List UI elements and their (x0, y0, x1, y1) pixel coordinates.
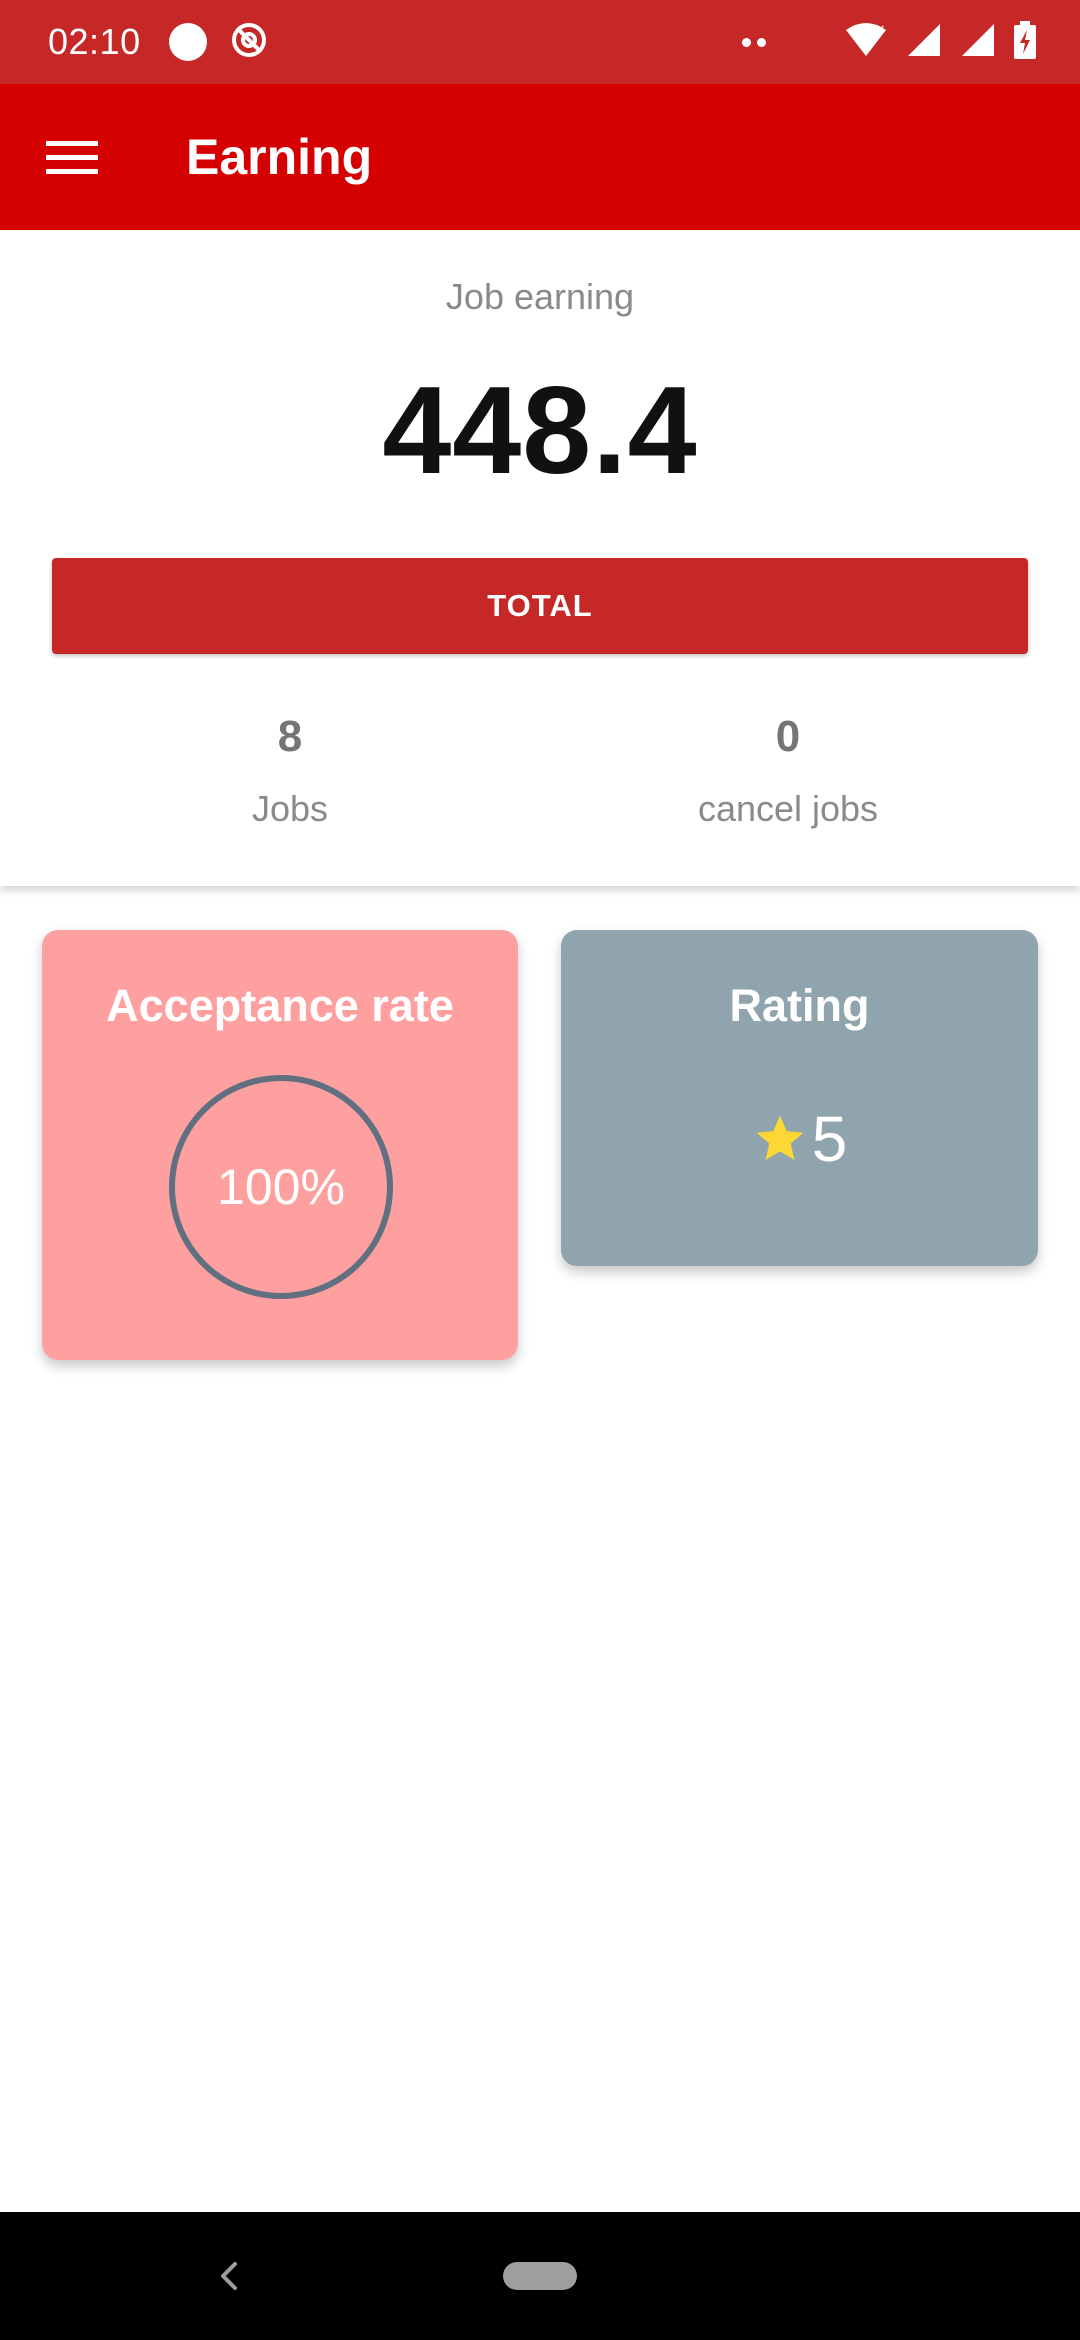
acceptance-rate-card[interactable]: Acceptance rate 100% (42, 930, 518, 1360)
earning-summary-card: Job earning 448.4 TOTAL 8 Jobs 0 cancel … (0, 230, 1080, 886)
page-title: Earning (186, 129, 373, 185)
rating-value: 5 (811, 1103, 848, 1175)
rating-title: Rating (729, 980, 870, 1031)
cancel-jobs-stat: 0 cancel jobs (588, 712, 988, 830)
acceptance-rate-title: Acceptance rate (106, 980, 454, 1031)
wifi-icon: × (844, 22, 888, 63)
signal-icon (960, 22, 996, 63)
svg-text:×: × (874, 22, 886, 38)
star-icon (756, 1115, 804, 1160)
cancel-jobs-count: 0 (775, 712, 801, 761)
app-bar: Earning (0, 84, 1080, 230)
total-button[interactable]: TOTAL (52, 558, 1028, 654)
jobs-count: 8 (277, 712, 303, 761)
status-time: 02:10 (48, 21, 141, 62)
more-dots-icon (742, 37, 766, 47)
menu-button[interactable] (24, 109, 120, 205)
earning-screen: 02:10 × Earning Job earning 448.4 TOTAL … (0, 0, 1080, 2340)
status-bar: 02:10 × (0, 0, 1080, 84)
cancel-jobs-label: cancel jobs (697, 788, 879, 829)
job-earning-value: 448.4 (382, 362, 698, 500)
rating-card[interactable]: Rating 5 (561, 930, 1038, 1266)
job-earning-label: Job earning (445, 276, 635, 317)
hamburger-menu-icon (46, 141, 98, 174)
system-nav-bar (0, 2212, 1080, 2340)
jobs-label: Jobs (251, 788, 329, 829)
circle-notification-icon (168, 23, 207, 61)
battery-charging-icon (1014, 20, 1036, 64)
signal-icon (906, 22, 942, 63)
sync-disabled-icon (229, 20, 269, 65)
acceptance-rate-value: 100% (217, 1159, 345, 1215)
home-pill-icon[interactable] (503, 2262, 577, 2290)
back-icon[interactable] (200, 2246, 260, 2306)
jobs-stat: 8 Jobs (90, 712, 490, 830)
